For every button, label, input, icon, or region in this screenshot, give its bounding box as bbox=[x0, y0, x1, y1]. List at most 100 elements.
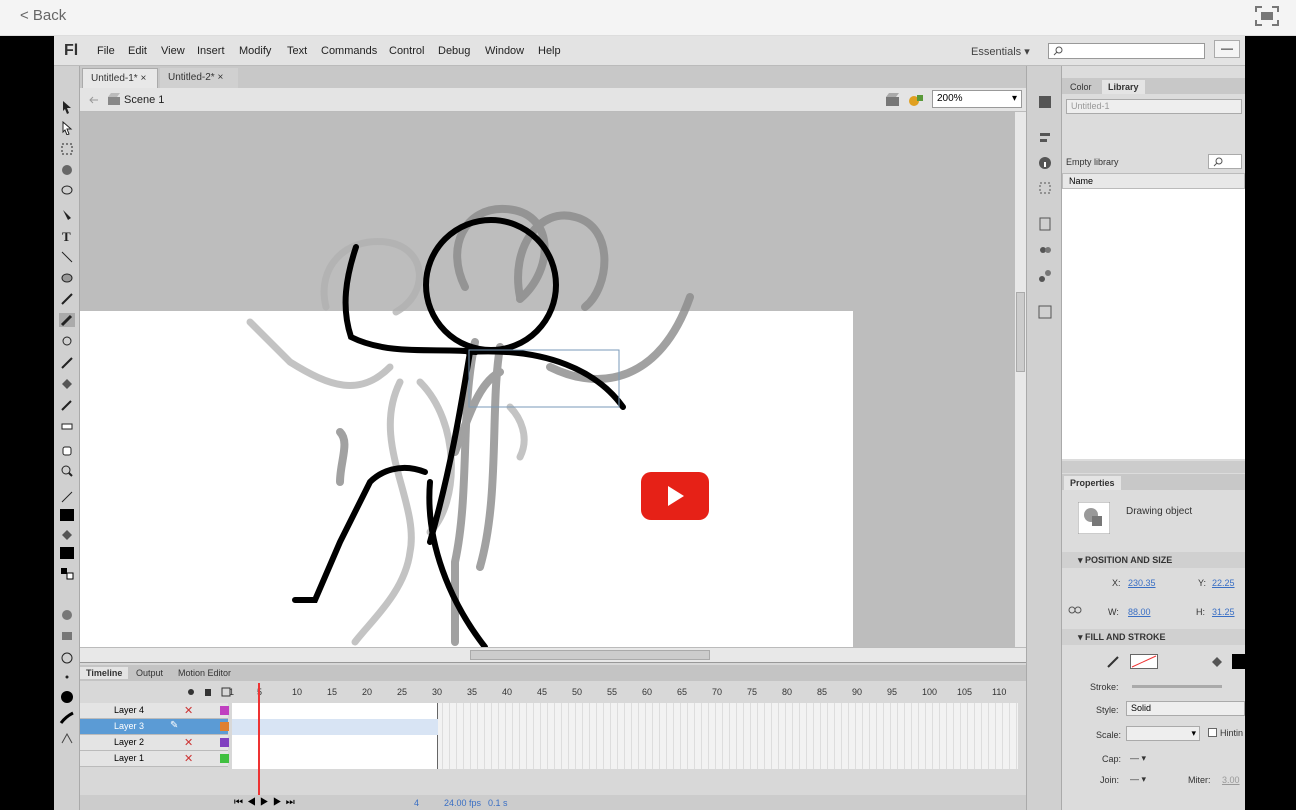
tab-library[interactable]: Library bbox=[1102, 80, 1145, 94]
line-tool-icon[interactable] bbox=[59, 250, 75, 264]
frames-grid[interactable] bbox=[232, 703, 1018, 769]
x-value[interactable]: 230.35 bbox=[1128, 578, 1156, 588]
tab-untitled-2[interactable]: Untitled-2* × bbox=[160, 68, 238, 88]
current-frame[interactable]: 4 bbox=[414, 798, 419, 808]
join-dropdown[interactable]: — ▾ bbox=[1130, 774, 1146, 785]
tab-output[interactable]: Output bbox=[130, 667, 169, 679]
cap-dropdown[interactable]: — ▾ bbox=[1130, 753, 1146, 764]
brush-size-dot-icon[interactable] bbox=[59, 670, 75, 684]
layer-row-3[interactable]: Layer 3 ✎ bbox=[80, 719, 229, 735]
stage-horizontal-scrollbar[interactable] bbox=[80, 647, 1026, 662]
miter-value[interactable]: 3.00 bbox=[1222, 775, 1240, 785]
edit-scene-icon[interactable] bbox=[884, 91, 902, 108]
menu-insert[interactable]: Insert bbox=[197, 45, 225, 57]
fps-value[interactable]: 24.00 fps bbox=[444, 798, 481, 808]
stage-pasteboard[interactable] bbox=[80, 112, 1015, 647]
fill-color-swatch[interactable] bbox=[1232, 654, 1245, 669]
stroke-color-swatch[interactable] bbox=[1130, 654, 1158, 669]
menu-view[interactable]: View bbox=[161, 45, 185, 57]
tilt-icon[interactable] bbox=[59, 731, 75, 745]
layer-color-swatch[interactable] bbox=[220, 754, 229, 763]
hidden-x-icon[interactable]: ✕ bbox=[184, 736, 193, 749]
swap-colors-icon[interactable] bbox=[59, 566, 75, 580]
menu-window[interactable]: Window bbox=[485, 45, 524, 57]
library-search-input[interactable] bbox=[1208, 154, 1242, 169]
tab-timeline[interactable]: Timeline bbox=[80, 667, 129, 679]
brush-shape-icon[interactable] bbox=[59, 690, 75, 704]
object-drawing-icon[interactable] bbox=[59, 608, 75, 622]
deco-tool-icon[interactable] bbox=[59, 334, 75, 348]
back-button[interactable]: < Back bbox=[20, 7, 66, 24]
minimize-button[interactable]: — bbox=[1214, 40, 1240, 58]
pen-tool-icon[interactable] bbox=[59, 208, 75, 222]
keyframe-span[interactable] bbox=[232, 703, 438, 769]
time-value[interactable]: 0.1 s bbox=[488, 798, 508, 808]
selection-tool-icon[interactable] bbox=[59, 100, 75, 114]
components-icon[interactable] bbox=[1037, 242, 1053, 258]
brush-tool-icon[interactable] bbox=[59, 313, 75, 327]
oval-tool-icon[interactable] bbox=[59, 271, 75, 285]
library-name-column[interactable]: Name bbox=[1062, 173, 1245, 189]
hidden-x-icon[interactable]: ✕ bbox=[184, 752, 193, 765]
history-icon[interactable] bbox=[1037, 304, 1053, 320]
playback-buttons[interactable]: ⏮◀▶▶⏭ bbox=[234, 797, 299, 808]
transform-icon[interactable] bbox=[1037, 180, 1053, 196]
subselection-tool-icon[interactable] bbox=[59, 121, 75, 135]
stroke-color-swatch[interactable] bbox=[59, 508, 75, 522]
close-icon[interactable]: × bbox=[140, 73, 146, 84]
menu-control[interactable]: Control bbox=[389, 45, 424, 57]
eyedropper-tool-icon[interactable] bbox=[59, 398, 75, 412]
align-icon[interactable] bbox=[1037, 130, 1053, 146]
brush-mode-icon[interactable] bbox=[59, 651, 75, 665]
stroke-color-icon[interactable] bbox=[59, 490, 75, 504]
youtube-play-button[interactable] bbox=[641, 472, 709, 520]
fill-color-icon[interactable] bbox=[59, 528, 75, 542]
eraser-tool-icon[interactable] bbox=[59, 419, 75, 433]
help-search-input[interactable] bbox=[1048, 43, 1205, 59]
layer-row-4[interactable]: Layer 4 ✕ bbox=[80, 703, 229, 719]
zoom-tool-icon[interactable] bbox=[59, 464, 75, 478]
bone-tool-icon[interactable] bbox=[59, 356, 75, 370]
library-document-dropdown[interactable]: Untitled-1 bbox=[1066, 99, 1242, 114]
scroll-thumb[interactable] bbox=[470, 650, 710, 660]
paint-bucket-tool-icon[interactable] bbox=[59, 377, 75, 391]
zoom-dropdown[interactable]: 200% ▾ bbox=[932, 90, 1022, 108]
y-value[interactable]: 22.25 bbox=[1212, 578, 1235, 588]
hinting-checkbox[interactable] bbox=[1208, 728, 1217, 737]
menu-debug[interactable]: Debug bbox=[438, 45, 470, 57]
stroke-slider[interactable] bbox=[1132, 685, 1222, 688]
menu-modify[interactable]: Modify bbox=[239, 45, 271, 57]
scroll-thumb[interactable] bbox=[1016, 292, 1025, 372]
tab-untitled-1[interactable]: Untitled-1* × bbox=[82, 68, 158, 88]
3d-rotation-tool-icon[interactable] bbox=[59, 163, 75, 177]
fill-stroke-section[interactable]: ▾ FILL AND STROKE bbox=[1062, 629, 1245, 645]
pencil-tool-icon[interactable] bbox=[59, 292, 75, 306]
menu-help[interactable]: Help bbox=[538, 45, 561, 57]
stage-vertical-scrollbar[interactable] bbox=[1015, 112, 1026, 647]
w-value[interactable]: 88.00 bbox=[1128, 607, 1151, 617]
link-icon[interactable] bbox=[1068, 606, 1082, 614]
h-value[interactable]: 31.25 bbox=[1212, 607, 1235, 617]
library-list[interactable] bbox=[1062, 189, 1245, 459]
workspace-switcher[interactable]: Essentials ▾ bbox=[971, 45, 1030, 58]
lock-fill-icon[interactable] bbox=[59, 628, 75, 642]
selected-layer-frames[interactable] bbox=[232, 719, 438, 735]
hidden-x-icon[interactable]: ✕ bbox=[184, 704, 193, 717]
menu-text[interactable]: Text bbox=[287, 45, 307, 57]
tab-color[interactable]: Color bbox=[1064, 80, 1098, 94]
stick-figure-drawing[interactable] bbox=[80, 112, 1015, 647]
layer-color-swatch[interactable] bbox=[220, 706, 229, 715]
lasso-tool-icon[interactable] bbox=[59, 184, 75, 198]
style-dropdown[interactable]: Solid bbox=[1126, 701, 1245, 716]
playhead[interactable] bbox=[258, 683, 260, 803]
layer-row-2[interactable]: Layer 2 ✕ bbox=[80, 735, 229, 751]
back-arrow-icon[interactable] bbox=[88, 94, 100, 106]
free-transform-tool-icon[interactable] bbox=[59, 142, 75, 156]
scale-dropdown[interactable]: ▾ bbox=[1126, 726, 1200, 741]
layer-color-swatch[interactable] bbox=[220, 738, 229, 747]
layer-color-swatch[interactable] bbox=[220, 722, 229, 731]
code-snippets-icon[interactable] bbox=[1037, 216, 1053, 232]
fullscreen-icon[interactable] bbox=[1254, 5, 1280, 27]
menu-commands[interactable]: Commands bbox=[321, 45, 377, 57]
info-icon[interactable] bbox=[1037, 155, 1053, 171]
